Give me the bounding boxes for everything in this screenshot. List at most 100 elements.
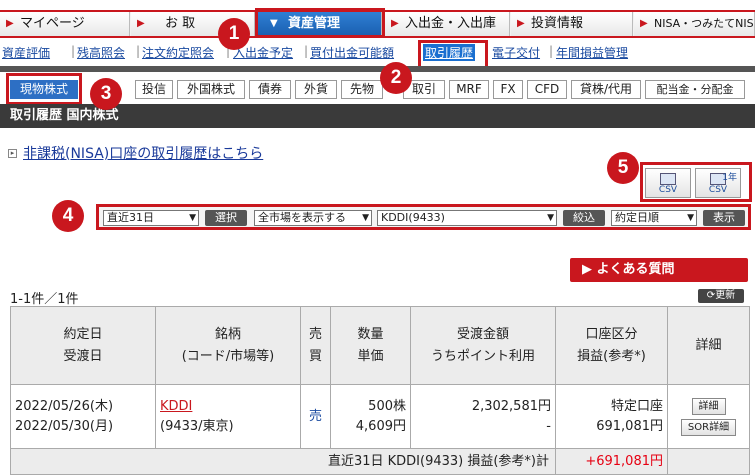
stock-name-link[interactable]: KDDI [160,399,192,414]
col-header-account: 口座区分 損益(参考*) [555,306,668,385]
header-text: 銘柄 [214,326,241,342]
highlight-box-5 [640,162,752,202]
subnav-separator: | [71,44,76,58]
detail-button[interactable]: 詳細 [691,397,726,415]
col-header-amount: 受渡金額 うちポイント利用 [410,306,556,385]
step-badge-4: 4 [52,200,84,232]
arrow-icon: ▶ [6,18,14,29]
profit-loss: 691,081円 [596,418,663,434]
narrow-button[interactable]: 絞込 [563,210,605,226]
header-text: (コード/市場等) [181,348,275,364]
table-row: 2022/05/26(木) 2022/05/30(月) KDDI (9433/東京)… [10,384,750,449]
refresh-icon: ⟳ [706,290,716,301]
stock-value: KDDI(9433) [381,211,445,224]
amount: 2,302,581円 [471,398,551,414]
settle-date: 2022/05/30(月) [15,418,114,434]
step-badge-3: 3 [90,78,122,110]
subnav-balance[interactable]: 残高照会 [77,44,125,61]
subnav-buying-power[interactable]: 買付出金可能額 [310,44,416,61]
header-text: 受渡日 [63,348,103,364]
highlight-box-1 [255,8,385,38]
nav-tab-label: NISA・つみたてNISA [654,17,755,30]
divider [0,66,755,72]
stock-code: (9433/東京) [160,418,234,434]
period-value: 直近31日 [107,211,154,224]
arrow-icon: ▶ [517,18,525,29]
refresh-button[interactable]: ⟳更新 [698,289,744,303]
nisa-history-link[interactable]: ▸ 非課税(NISA)口座の取引履歴はこちら [8,143,263,163]
period-select[interactable]: 直近31日 ▼ [103,210,199,226]
tab-lending[interactable]: 貸株/代用 [571,80,641,99]
arrow-icon: ▶ [640,18,648,29]
account-cell: 特定口座 691,081円 [555,384,668,449]
stock-select[interactable]: KDDI(9433) ▼ [377,210,557,226]
subnav-separator: | [304,44,309,58]
col-header-qty: 数量 単価 [330,306,411,385]
header-text: うちポイント利用 [430,348,535,364]
trade-date: 2022/05/26(木) [15,398,114,414]
amount-cell: 2,302,581円 - [410,384,556,449]
tab-cfd[interactable]: CFD [527,80,567,99]
subnav-e-delivery[interactable]: 電子交付 [492,44,540,61]
header-text: 数量 [357,326,384,342]
col-header-date: 約定日 受渡日 [10,306,156,385]
table-header-row: 約定日 受渡日 銘柄 (コード/市場等) 売買 数量 単価 受渡金額 うちポイント利用 … [10,306,750,385]
header-text: 約定日 [63,326,103,342]
sort-select[interactable]: 約定日順 ▼ [611,210,697,226]
header-text: 買 [308,348,322,364]
chevron-down-icon: ▼ [189,213,196,223]
points: - [546,418,551,434]
side-cell: 売 [300,384,331,449]
nav-tab-investment-info[interactable]: ▶ 投資情報 [511,12,633,36]
nav-tab-label: お 取 [165,16,196,31]
header-text: 売 [308,326,322,342]
chevron-down-icon: ▼ [547,213,554,223]
col-header-side: 売買 [300,306,331,385]
total-row: 直近31日 KDDI(9433) 損益(参考*)計 +691,081円 [10,448,750,475]
step-badge-1: 1 [218,18,250,50]
arrow-icon: ▶ [582,262,597,277]
subnav-orders[interactable]: 注文約定照会 [142,44,214,61]
tab-fx[interactable]: FX [493,80,523,99]
nav-tab-nisa[interactable]: ▶ NISA・つみたてNISA [634,12,755,36]
total-label: 直近31日 KDDI(9433) 損益(参考*)計 [10,448,556,475]
nav-tab-label: 入出金・入出庫 [405,16,497,31]
sor-detail-button[interactable]: SOR詳細 [680,418,737,436]
price: 4,609円 [355,418,406,434]
header-text: 単価 [357,348,384,364]
tab-bonds[interactable]: 債券 [249,80,291,99]
tab-dividends[interactable]: 配当金・分配金 [645,80,745,99]
account-type: 特定口座 [610,398,663,414]
market-select[interactable]: 全市場を表示する ▼ [254,210,372,226]
tab-funds[interactable]: 投信 [135,80,173,99]
nav-tab-label: マイページ [20,16,85,31]
subnav-annual-pl[interactable]: 年間損益管理 [556,44,628,61]
subnav-asset-eval[interactable]: 資産評価 [2,44,50,61]
tab-foreign-stocks[interactable]: 外国株式 [177,80,245,99]
filter-bar: 直近31日 ▼ 選択 全市場を表示する ▼ KDDI(9433) ▼ 絞込 約定日順 ▼… [96,204,751,230]
arrow-icon: ▶ [391,18,399,29]
total-value: +691,081円 [555,448,668,475]
qty-cell: 500株 4,609円 [330,384,411,449]
total-empty-cell [667,448,750,475]
nav-tab-label: 投資情報 [531,16,584,31]
nisa-link-text: 非課税(NISA)口座の取引履歴はこちら [23,146,264,162]
select-button[interactable]: 選択 [205,210,247,226]
market-value: 全市場を表示する [258,211,346,224]
subnav-separator: | [136,44,141,58]
col-header-stock: 銘柄 (コード/市場等) [155,306,301,385]
nav-tab-mypage[interactable]: ▶ マイページ [0,12,130,36]
highlight-box-3 [6,73,82,105]
faq-label: よくある質問 [596,262,675,277]
nav-tab-deposit[interactable]: ▶ 入出金・入出庫 [385,12,510,36]
stock-cell: KDDI (9433/東京) [155,384,301,449]
header-text: 口座区分 [585,326,638,342]
date-cell: 2022/05/26(木) 2022/05/30(月) [10,384,156,449]
show-button[interactable]: 表示 [703,210,745,226]
sort-value: 約定日順 [615,211,659,224]
tab-fx-currency[interactable]: 外貨 [295,80,337,99]
tab-mrf[interactable]: MRF [449,80,489,99]
faq-button[interactable]: ▶ よくある質問 [570,258,748,282]
step-badge-5: 5 [607,152,639,184]
tab-futures[interactable]: 先物 [341,80,383,99]
